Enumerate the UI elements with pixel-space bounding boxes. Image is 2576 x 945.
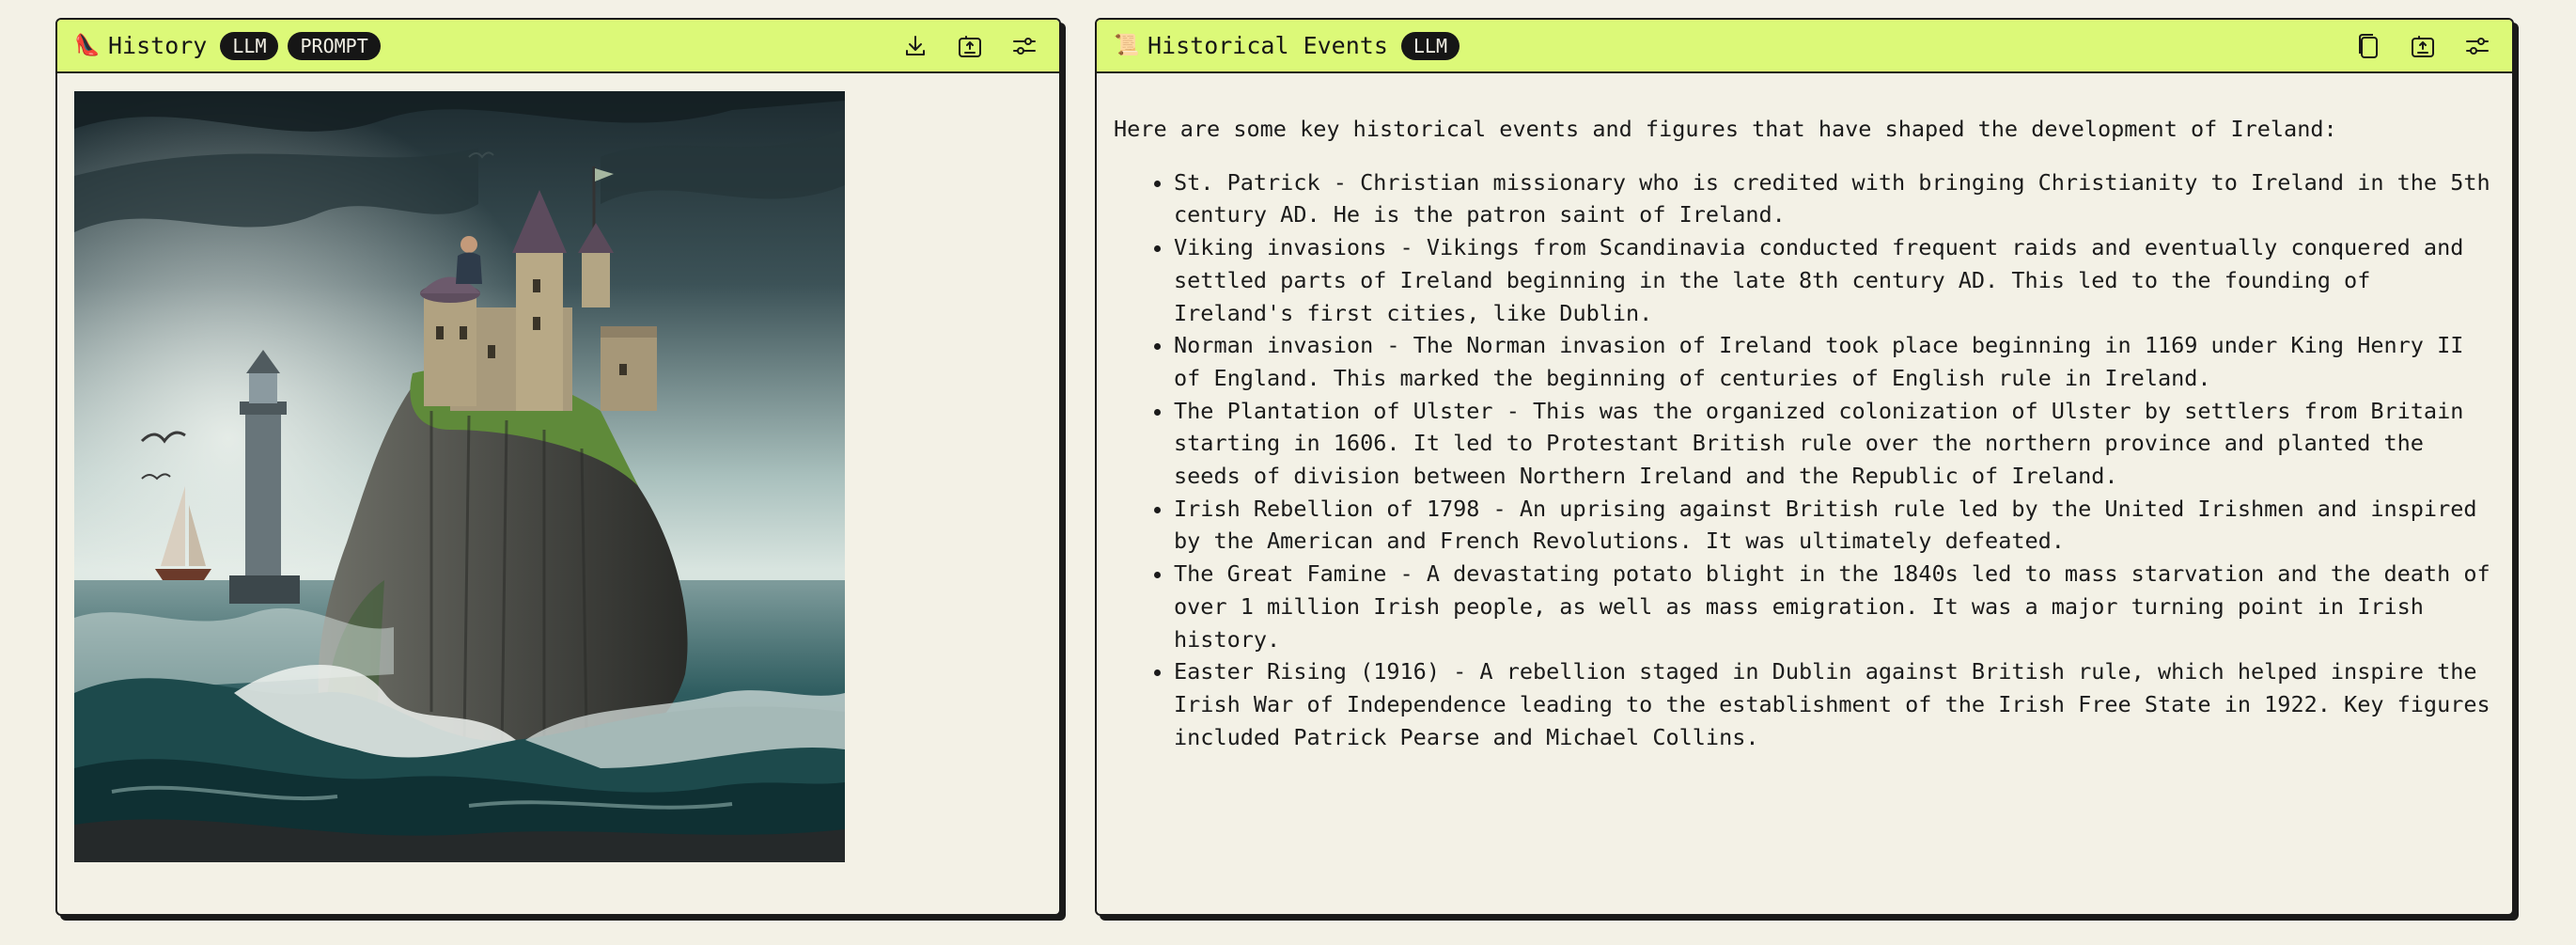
llm-badge: LLM	[220, 31, 279, 60]
response-text: Here are some key historical events and …	[1097, 73, 2512, 753]
download-button[interactable]	[898, 28, 933, 64]
historical-events-panel-header: 📜 Historical Events LLM	[1097, 20, 2512, 73]
list-item: Irish Rebellion of 1798 - An uprising ag…	[1174, 493, 2493, 558]
list-item: St. Patrick - Christian missionary who i…	[1174, 166, 2493, 231]
share-icon	[959, 35, 981, 57]
prompt-badge: PROMPT	[288, 31, 381, 60]
llm-badge: LLM	[1400, 31, 1460, 60]
list-item: Viking invasions - Vikings from Scandina…	[1174, 231, 2493, 329]
scroll-icon: 📜	[1114, 33, 1140, 57]
share-button[interactable]	[2405, 28, 2441, 64]
list-item: Norman invasion - The Norman invasion of…	[1174, 329, 2493, 394]
settings-icon	[2466, 37, 2489, 55]
copy-icon	[2359, 33, 2378, 58]
share-icon	[2412, 35, 2434, 57]
heel-shoe-icon: 👠	[74, 33, 101, 57]
settings-button[interactable]	[2459, 28, 2495, 64]
list-item: The Plantation of Ulster - This was the …	[1174, 395, 2493, 493]
share-button[interactable]	[952, 28, 988, 64]
events-list: St. Patrick - Christian missionary who i…	[1114, 166, 2493, 754]
list-item: The Great Famine - A devastating potato …	[1174, 558, 2493, 655]
generated-image	[74, 91, 845, 862]
settings-icon	[1013, 37, 1036, 55]
copy-button[interactable]	[2350, 28, 2386, 64]
list-item: Easter Rising (1916) - A rebellion stage…	[1174, 655, 2493, 753]
castle-cliff-image	[74, 91, 845, 862]
download-icon	[906, 35, 925, 55]
history-panel: 👠 History LLM PROMPT	[55, 18, 1061, 916]
history-panel-header: 👠 History LLM PROMPT	[57, 20, 1059, 73]
panel-title: History	[108, 32, 208, 59]
intro-text: Here are some key historical events and …	[1114, 116, 2337, 142]
panel-title: Historical Events	[1147, 32, 1388, 59]
settings-button[interactable]	[1007, 28, 1042, 64]
historical-events-panel: 📜 Historical Events LLM Here are some ke…	[1095, 18, 2514, 916]
